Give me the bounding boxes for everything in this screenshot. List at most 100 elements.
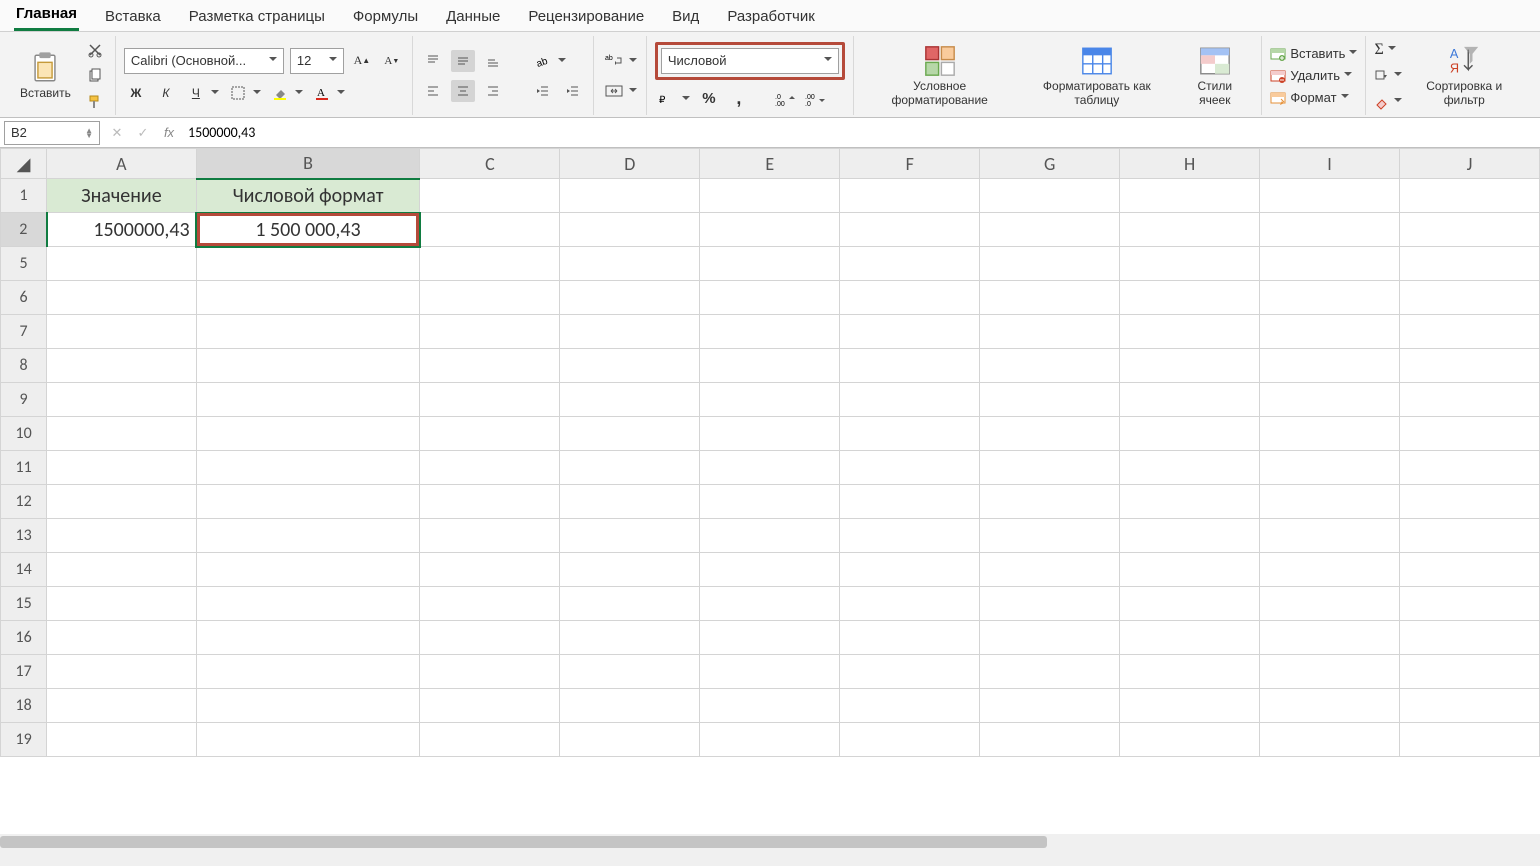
cell[interactable] xyxy=(1400,383,1540,417)
cell[interactable] xyxy=(196,451,420,485)
comma-style-button[interactable]: , xyxy=(727,88,751,110)
cell[interactable] xyxy=(1400,315,1540,349)
cell[interactable] xyxy=(560,519,700,553)
cell[interactable] xyxy=(700,485,840,519)
cell[interactable] xyxy=(196,417,420,451)
cell[interactable] xyxy=(700,247,840,281)
tab-view[interactable]: Вид xyxy=(670,4,701,31)
cell[interactable] xyxy=(980,179,1120,213)
cell[interactable] xyxy=(1260,621,1400,655)
format-painter-button[interactable] xyxy=(83,91,107,113)
cell-B1[interactable]: Числовой формат xyxy=(196,179,420,213)
cell[interactable] xyxy=(1260,213,1400,247)
borders-button[interactable] xyxy=(226,82,250,104)
col-header-E[interactable]: E xyxy=(700,149,840,179)
wrap-dropdown[interactable] xyxy=(628,50,638,72)
insert-cells-button[interactable]: Вставить xyxy=(1270,43,1357,65)
row-header[interactable]: 18 xyxy=(1,689,47,723)
cell[interactable] xyxy=(1120,723,1260,757)
cell[interactable] xyxy=(560,451,700,485)
cell[interactable] xyxy=(196,655,420,689)
align-left-button[interactable] xyxy=(421,80,445,102)
row-header[interactable]: 14 xyxy=(1,553,47,587)
cell[interactable] xyxy=(420,519,560,553)
cell[interactable] xyxy=(980,383,1120,417)
cell[interactable] xyxy=(1260,179,1400,213)
cell[interactable] xyxy=(1260,519,1400,553)
cell[interactable] xyxy=(840,247,980,281)
cell[interactable] xyxy=(47,383,196,417)
cell[interactable] xyxy=(560,621,700,655)
merge-button[interactable] xyxy=(602,80,626,102)
col-header-A[interactable]: A xyxy=(47,149,196,179)
format-cells-button[interactable]: Формат xyxy=(1270,87,1357,109)
cell[interactable] xyxy=(840,179,980,213)
cell[interactable] xyxy=(196,587,420,621)
sort-filter-button[interactable]: АЯ Сортировка и фильтр xyxy=(1402,44,1526,106)
cell[interactable] xyxy=(700,655,840,689)
conditional-formatting-button[interactable]: Условное форматирование xyxy=(862,44,1018,106)
align-top-button[interactable] xyxy=(421,50,445,72)
cell[interactable] xyxy=(47,655,196,689)
cell[interactable] xyxy=(420,655,560,689)
cell[interactable] xyxy=(420,621,560,655)
row-header[interactable]: 6 xyxy=(1,281,47,315)
cell[interactable] xyxy=(196,247,420,281)
align-middle-button[interactable] xyxy=(451,50,475,72)
align-bottom-button[interactable] xyxy=(481,50,505,72)
cell[interactable] xyxy=(980,349,1120,383)
cell[interactable] xyxy=(1260,485,1400,519)
cell[interactable] xyxy=(840,655,980,689)
cell[interactable] xyxy=(1400,655,1540,689)
cell[interactable] xyxy=(196,689,420,723)
cell[interactable] xyxy=(1400,553,1540,587)
cell[interactable] xyxy=(700,587,840,621)
cell[interactable] xyxy=(840,383,980,417)
number-format-combo[interactable]: Числовой xyxy=(661,48,839,74)
cell[interactable] xyxy=(1260,723,1400,757)
cell[interactable] xyxy=(560,417,700,451)
fx-button[interactable]: fx xyxy=(156,125,182,140)
cell[interactable] xyxy=(980,247,1120,281)
fill-color-dropdown[interactable] xyxy=(294,82,304,104)
cell[interactable] xyxy=(560,383,700,417)
cell[interactable] xyxy=(1120,349,1260,383)
cell[interactable] xyxy=(840,723,980,757)
cell[interactable] xyxy=(700,349,840,383)
bold-button[interactable]: Ж xyxy=(124,82,148,104)
cell[interactable] xyxy=(1400,587,1540,621)
col-header-G[interactable]: G xyxy=(980,149,1120,179)
cell[interactable] xyxy=(700,723,840,757)
cell[interactable] xyxy=(420,179,560,213)
cell[interactable] xyxy=(47,247,196,281)
cell[interactable] xyxy=(840,349,980,383)
cell[interactable] xyxy=(1400,179,1540,213)
tab-developer[interactable]: Разработчик xyxy=(725,4,816,31)
cell[interactable] xyxy=(420,349,560,383)
cell[interactable] xyxy=(47,281,196,315)
row-header-1[interactable]: 1 xyxy=(1,179,47,213)
cell[interactable] xyxy=(980,451,1120,485)
cell[interactable] xyxy=(1400,621,1540,655)
cell[interactable] xyxy=(1120,417,1260,451)
cell[interactable] xyxy=(1260,553,1400,587)
cell[interactable] xyxy=(980,519,1120,553)
cell[interactable] xyxy=(1120,383,1260,417)
cell[interactable] xyxy=(420,451,560,485)
cell[interactable] xyxy=(1260,281,1400,315)
merge-dropdown[interactable] xyxy=(628,80,638,102)
copy-button[interactable] xyxy=(83,65,107,87)
cell[interactable] xyxy=(196,383,420,417)
cell[interactable] xyxy=(560,281,700,315)
row-header[interactable]: 5 xyxy=(1,247,47,281)
cell[interactable] xyxy=(1120,587,1260,621)
cell[interactable] xyxy=(560,553,700,587)
cell[interactable] xyxy=(47,315,196,349)
row-header[interactable]: 15 xyxy=(1,587,47,621)
cell[interactable] xyxy=(1120,179,1260,213)
font-size-combo[interactable]: 12 xyxy=(290,48,344,74)
cell[interactable] xyxy=(1120,655,1260,689)
cell[interactable] xyxy=(560,179,700,213)
underline-dropdown[interactable] xyxy=(210,82,220,104)
cell[interactable] xyxy=(1400,689,1540,723)
